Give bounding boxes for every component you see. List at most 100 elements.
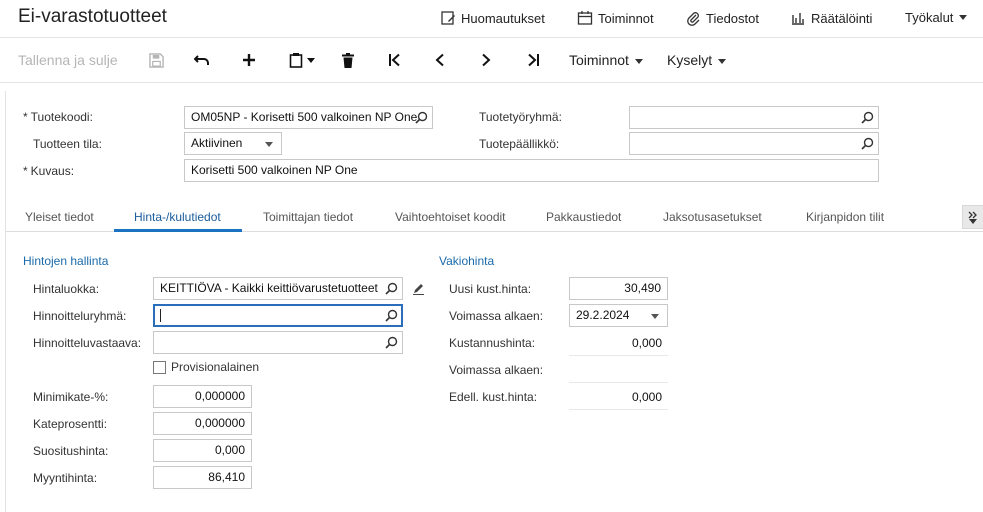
sales-price-label: Myyntihinta: (33, 471, 98, 485)
double-chevron-right-icon (968, 211, 977, 218)
customize-icon (792, 13, 804, 25)
item-class-label: Tuotetyöryhmä: (479, 110, 562, 124)
item-code-value: OM05NP - Korisetti 500 valkoinen NP One (191, 110, 418, 124)
effective-date-field[interactable]: 29.2.2024 (569, 304, 668, 327)
tab-bar: Yleiset tiedot Hinta-/kulutiedot Toimitt… (6, 205, 983, 232)
chevron-down-icon (265, 142, 273, 147)
files-label: Tiedostot (706, 10, 759, 26)
form-area: * Tuotekoodi: OM05NP - Korisetti 500 valk… (5, 91, 983, 512)
page-title: Ei-varastotuotteet (18, 6, 167, 27)
price-class-label: Hintaluokka: (33, 282, 100, 296)
effective-date-label: Voimassa alkaen: (449, 309, 544, 323)
chevron-down-icon (969, 218, 977, 224)
tab-cross-reference[interactable]: Vaihtoehtoiset koodit (395, 210, 506, 224)
last-record-icon[interactable] (523, 50, 543, 70)
effective-date-value: 29.2.2024 (576, 308, 630, 322)
search-icon[interactable] (385, 309, 398, 322)
chevron-down-icon (634, 58, 643, 64)
add-icon[interactable] (239, 50, 259, 70)
min-markup-field[interactable]: 0,000000 (153, 385, 252, 408)
title-bar: Ei-varastotuotteet Huomautukset Toiminno… (0, 0, 983, 36)
prev-cost-label: Edell. kust.hinta: (449, 390, 538, 404)
pricing-manager-field[interactable] (153, 331, 403, 354)
divider (569, 409, 668, 410)
notes-icon (441, 11, 455, 25)
description-value: Korisetti 500 valkoinen NP One (191, 163, 358, 177)
tab-vendor[interactable]: Toimittajan tiedot (263, 210, 353, 224)
description-field[interactable]: Korisetti 500 valkoinen NP One (184, 159, 879, 182)
chevron-down-icon (307, 57, 315, 63)
item-status-value: Aktiivinen (191, 136, 243, 150)
tab-price-cost[interactable]: Hinta-/kulutiedot (134, 210, 221, 224)
new-cost-label: Uusi kust.hinta: (449, 282, 532, 296)
notes-menu[interactable]: Huomautukset (440, 10, 545, 26)
tab-scroll-button[interactable] (962, 205, 983, 229)
prev-cost-value: 0,000 (631, 390, 662, 404)
notes-label: Huomautukset (461, 10, 545, 26)
sales-price-field[interactable]: 86,410 (153, 466, 252, 489)
pricing-manager-label: Hinnoitteluvastaava: (33, 336, 142, 350)
search-icon[interactable] (415, 111, 428, 124)
active-tab-indicator (114, 229, 242, 232)
next-record-icon[interactable] (476, 50, 496, 70)
inquiries-dropdown-label: Kyselyt (667, 52, 713, 68)
files-menu[interactable]: Tiedostot (685, 10, 759, 26)
tab-deferral[interactable]: Jaksotusasetukset (663, 210, 762, 224)
commission-checkbox[interactable] (153, 361, 166, 374)
item-status-label: Tuotteen tila: (33, 137, 102, 151)
save-close-button[interactable]: Tallenna ja sulje (18, 52, 118, 68)
markup-label: Kateprosentti: (33, 417, 108, 431)
price-class-value: KEITTIÖVA - Kaikki keittiövarustetuottee… (160, 281, 378, 295)
previous-record-icon[interactable] (430, 50, 450, 70)
toolbar: Tallenna ja sulje Toiminnot Kyselyt (0, 37, 983, 83)
search-icon[interactable] (385, 336, 398, 349)
price-management-title: Hintojen hallinta (23, 254, 109, 268)
msrp-label: Suositushinta: (33, 444, 109, 458)
product-manager-field[interactable] (629, 132, 879, 155)
chevron-down-icon (959, 15, 968, 20)
tab-packaging[interactable]: Pakkaustiedot (546, 210, 621, 224)
standard-cost-title: Vakiohinta (439, 254, 495, 268)
search-icon[interactable] (861, 111, 874, 124)
text-cursor (160, 309, 161, 323)
cost-value: 0,000 (631, 336, 662, 350)
divider (569, 382, 668, 383)
msrp-field[interactable]: 0,000 (153, 439, 252, 462)
min-markup-label: Minimikate-%: (33, 390, 109, 404)
actions-menu-top[interactable]: Toiminnot (577, 10, 654, 26)
undo-icon[interactable] (192, 50, 212, 70)
product-manager-label: Tuotepäällikkö: (479, 137, 560, 151)
price-class-field[interactable]: KEITTIÖVA - Kaikki keittiövarustetuottee… (153, 277, 403, 300)
effective-date2-label: Voimassa alkaen: (449, 363, 544, 377)
tools-menu[interactable]: Työkalut (905, 10, 968, 25)
cost-label: Kustannushinta: (449, 336, 536, 350)
actions-top-label: Toiminnot (598, 10, 654, 26)
delete-icon[interactable] (338, 50, 358, 70)
item-status-select[interactable]: Aktiivinen (184, 132, 282, 155)
tools-label: Työkalut (905, 10, 954, 25)
actions-dropdown[interactable]: Toiminnot (569, 52, 643, 68)
item-class-field[interactable] (629, 106, 879, 129)
first-record-icon[interactable] (385, 50, 405, 70)
tab-general[interactable]: Yleiset tiedot (25, 210, 94, 224)
paste-icon[interactable] (285, 50, 319, 70)
chevron-down-icon (651, 314, 659, 319)
item-code-field[interactable]: OM05NP - Korisetti 500 valkoinen NP One (184, 106, 433, 129)
actions-dropdown-label: Toiminnot (569, 52, 629, 68)
new-cost-field[interactable]: 30,490 (569, 277, 668, 300)
search-icon[interactable] (861, 137, 874, 150)
save-icon[interactable] (146, 50, 166, 70)
inquiries-dropdown[interactable]: Kyselyt (667, 52, 727, 68)
commission-label: Provisionalainen (171, 360, 260, 374)
tab-gl-accounts[interactable]: Kirjanpidon tilit (806, 210, 884, 224)
item-code-label: * Tuotekoodi: (23, 110, 93, 124)
customize-label: Räätälöinti (811, 10, 873, 26)
description-label: * Kuvaus: (23, 164, 75, 178)
pricing-group-label: Hinnoitteluryhmä: (33, 309, 127, 323)
search-icon[interactable] (385, 282, 398, 295)
pricing-group-field[interactable] (153, 304, 403, 327)
markup-field[interactable]: 0,000000 (153, 412, 252, 435)
customize-menu[interactable]: Räätälöinti (790, 10, 872, 26)
edit-icon[interactable] (412, 282, 425, 295)
paperclip-icon (687, 12, 700, 26)
